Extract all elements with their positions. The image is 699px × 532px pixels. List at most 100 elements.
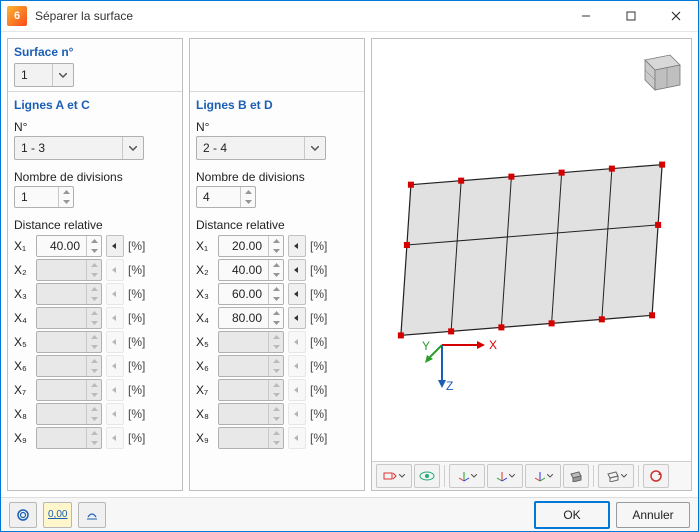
spin-up-icon[interactable]: [59, 187, 73, 197]
distance-row-label: X₈: [14, 407, 32, 421]
ok-button[interactable]: OK: [534, 501, 610, 529]
spin-down-icon[interactable]: [59, 197, 73, 207]
distance-row-label: X₂: [14, 263, 32, 277]
wireframe-button[interactable]: [598, 464, 634, 488]
minimize-button[interactable]: [563, 1, 608, 31]
refresh-button[interactable]: [643, 464, 669, 488]
spin-down-icon: [269, 438, 283, 448]
panel-right: Lignes B et D N° 2 - 4 Nombre de divisio…: [189, 38, 365, 491]
distance-spin[interactable]: 40.00: [218, 259, 284, 281]
distance-row: X₂[%]: [14, 258, 176, 282]
surface-combo[interactable]: 1: [14, 63, 74, 87]
lines-ac-number-combo[interactable]: 1 - 3: [14, 136, 144, 160]
set-value-button: [106, 403, 124, 425]
status-button[interactable]: [78, 502, 106, 528]
spin-up-icon: [87, 404, 101, 414]
lines-bd-divisions-value: 4: [197, 190, 240, 204]
close-button[interactable]: [653, 1, 698, 31]
distance-row: X₆[%]: [196, 354, 358, 378]
axis-y-button[interactable]: [487, 464, 523, 488]
titlebar: 6 Séparer la surface: [1, 1, 698, 32]
set-value-button: [288, 379, 306, 401]
distance-unit: [%]: [128, 335, 145, 349]
distance-spin[interactable]: 20.00: [218, 235, 284, 257]
viewport[interactable]: X Y Z: [372, 39, 691, 461]
distance-row: X₇ [%]: [196, 378, 358, 402]
spin-up-icon[interactable]: [269, 284, 283, 294]
distance-row: X₉[%]: [196, 426, 358, 450]
distance-spin: [218, 331, 284, 353]
surface-heading: Surface n°: [14, 45, 176, 59]
axis-x-button[interactable]: [449, 464, 485, 488]
view-mode-button[interactable]: [376, 464, 412, 488]
spin-up-icon: [269, 332, 283, 342]
set-value-button[interactable]: [288, 307, 306, 329]
clipping-button[interactable]: [563, 464, 589, 488]
distance-unit: [%]: [310, 359, 327, 373]
distance-unit: [%]: [128, 431, 145, 445]
distance-row-label: X₆: [14, 359, 32, 373]
axis-z-button[interactable]: [525, 464, 561, 488]
distance-spin[interactable]: 60.00: [218, 283, 284, 305]
panel-left: Surface n° 1 Lignes A et C N° 1 - 3 Nomb…: [7, 38, 183, 491]
distance-row: X₈[%]: [196, 402, 358, 426]
maximize-button[interactable]: [608, 1, 653, 31]
cancel-button[interactable]: Annuler: [616, 502, 690, 528]
spin-down-icon: [87, 414, 101, 424]
distance-row: X₂40.00[%]: [196, 258, 358, 282]
distance-row-label: X₅: [14, 335, 32, 349]
spin-down-icon[interactable]: [87, 246, 101, 256]
distance-row-label: X₅: [196, 335, 214, 349]
lines-bd-number-label: N°: [196, 120, 358, 134]
spin-down-icon[interactable]: [269, 246, 283, 256]
lines-bd-divisions-spin[interactable]: 4: [196, 186, 256, 208]
set-value-button[interactable]: [288, 259, 306, 281]
distance-row: X₃60.00[%]: [196, 282, 358, 306]
spin-up-icon[interactable]: [87, 236, 101, 246]
distance-value: 20.00: [219, 239, 268, 253]
set-value-button[interactable]: [106, 235, 124, 257]
lines-ac-divisions-spin[interactable]: 1: [14, 186, 74, 208]
help-button[interactable]: [9, 502, 37, 528]
spin-up-icon[interactable]: [269, 308, 283, 318]
set-value-button[interactable]: [288, 235, 306, 257]
distance-row-label: X₇: [196, 383, 214, 397]
distance-spin[interactable]: 80.00: [218, 307, 284, 329]
set-value-button: [288, 355, 306, 377]
spin-up-icon[interactable]: [269, 236, 283, 246]
distance-unit: [%]: [310, 383, 327, 397]
lines-bd-number-combo[interactable]: 2 - 4: [196, 136, 326, 160]
spin-down-icon[interactable]: [269, 270, 283, 280]
spin-up-icon[interactable]: [269, 260, 283, 270]
distance-spin[interactable]: 40.00: [36, 235, 102, 257]
axis-z-label: Z: [446, 379, 453, 393]
spin-down-icon[interactable]: [241, 197, 255, 207]
axes-gizmo: X Y Z: [422, 325, 502, 405]
distance-unit: [%]: [310, 335, 327, 349]
distance-unit: [%]: [128, 407, 145, 421]
set-value-button[interactable]: [288, 283, 306, 305]
cancel-label: Annuler: [632, 508, 673, 522]
eye-button[interactable]: [414, 464, 440, 488]
lines-bd-divisions-label: Nombre de divisions: [196, 170, 358, 184]
spin-down-icon[interactable]: [269, 294, 283, 304]
units-button[interactable]: 0,00: [43, 502, 72, 528]
distance-value: 40.00: [37, 239, 86, 253]
spin-down-icon: [87, 390, 101, 400]
spin-up-icon[interactable]: [241, 187, 255, 197]
chevron-down-icon: [304, 137, 325, 159]
distance-row: X₆[%]: [14, 354, 176, 378]
distance-spin: [218, 403, 284, 425]
footer: 0,00 OK Annuler: [1, 497, 698, 531]
spin-down-icon[interactable]: [269, 318, 283, 328]
preview-panel: X Y Z: [371, 38, 692, 491]
distance-unit: [%]: [128, 383, 145, 397]
distance-value: 60.00: [219, 287, 268, 301]
spin-up-icon: [269, 356, 283, 366]
set-value-button: [106, 331, 124, 353]
distance-row: X₈ [%]: [14, 402, 176, 426]
distance-unit: [%]: [310, 287, 327, 301]
navigation-cube[interactable]: [635, 45, 685, 95]
spin-up-icon: [269, 404, 283, 414]
distance-unit: [%]: [310, 407, 327, 421]
